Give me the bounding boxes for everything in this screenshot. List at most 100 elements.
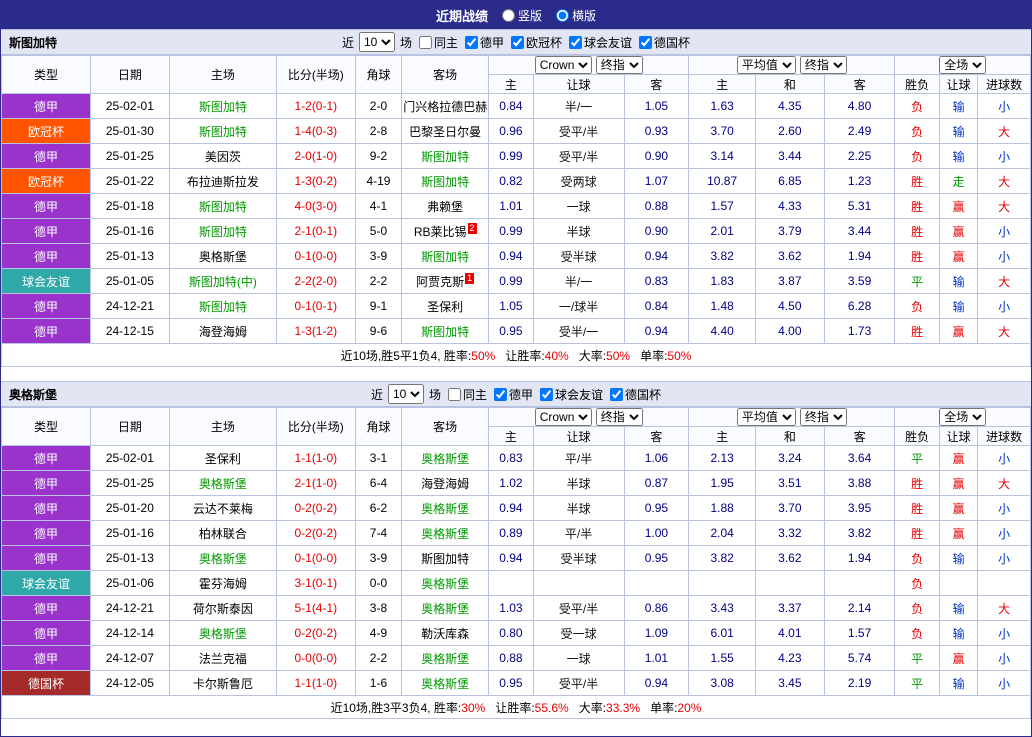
filter-league-checkbox[interactable] <box>610 387 624 401</box>
crown-home-odds: 0.94 <box>488 243 534 269</box>
filter-same-home[interactable]: 同主 <box>418 34 458 51</box>
away-team-name[interactable]: 奥格斯堡 <box>421 502 469 516</box>
final-odds-select[interactable]: 终指 <box>595 408 643 426</box>
home-team-name[interactable]: 奥格斯堡 <box>199 250 247 264</box>
home-team-name[interactable]: 斯图加特(中) <box>189 275 257 289</box>
crown-away-odds: 1.00 <box>623 520 690 546</box>
summary-lead: 近10场,胜5平1负4, 胜率: <box>340 348 472 363</box>
league-badge: 德甲 <box>1 318 91 344</box>
filter-league-checkbox[interactable] <box>464 35 478 49</box>
summary-lead: 近10场,胜3平3负4, 胜率: <box>330 700 462 715</box>
horizontal-radio-input[interactable] <box>556 8 569 22</box>
result-goals: 大 <box>977 193 1031 219</box>
home-team-name[interactable]: 奥格斯堡 <box>199 627 247 641</box>
away-team-name[interactable]: 斯图加特 <box>421 175 469 189</box>
filter-league-checkbox[interactable] <box>540 387 554 401</box>
away-team-name[interactable]: 弗赖堡 <box>427 200 463 214</box>
column-header: 角球 <box>354 407 403 446</box>
away-team-name[interactable]: 奥格斯堡 <box>421 452 469 466</box>
layout-radio-vertical[interactable]: 竖版 <box>501 7 542 24</box>
home-team-name[interactable]: 奥格斯堡 <box>199 552 247 566</box>
home-team-name[interactable]: 布拉迪斯拉发 <box>187 175 259 189</box>
filter-league-checkbox[interactable] <box>511 35 525 49</box>
home-team-name[interactable]: 美因茨 <box>205 150 241 164</box>
away-team-name[interactable]: 奥格斯堡 <box>421 652 469 666</box>
filter-same-home-checkbox[interactable] <box>418 35 432 49</box>
result-handicap: 赢 <box>938 193 979 219</box>
home-team-name[interactable]: 卡尔斯鲁厄 <box>193 677 253 691</box>
result-outcome: 负 <box>894 545 940 571</box>
crown-handicap: 受平/半 <box>532 118 625 144</box>
home-team-name[interactable]: 斯图加特 <box>199 100 247 114</box>
away-team-name[interactable]: 斯图加特 <box>421 150 469 164</box>
home-team-name[interactable]: 霍芬海姆 <box>199 577 247 591</box>
home-team-name[interactable]: 圣保利 <box>205 452 241 466</box>
home-team-name[interactable]: 斯图加特 <box>199 225 247 239</box>
away-team-name[interactable]: 奥格斯堡 <box>421 577 469 591</box>
home-team-name[interactable]: 法兰克福 <box>199 652 247 666</box>
rank-badge: 2 <box>467 222 477 234</box>
filter-league[interactable]: 德国杯 <box>639 34 690 51</box>
big-rate-label: 大率: <box>578 700 607 715</box>
final-odds-select[interactable]: 终指 <box>595 56 643 74</box>
filter-same-home[interactable]: 同主 <box>447 386 487 403</box>
league-badge: 德甲 <box>1 645 91 671</box>
filter-league-checkbox[interactable] <box>494 387 507 401</box>
filter-league[interactable]: 球会友谊 <box>569 34 632 51</box>
away-team-name[interactable]: 海登海姆 <box>421 477 469 491</box>
avg-final-select[interactable]: 终指 <box>799 408 847 426</box>
home-team: 圣保利 <box>168 445 277 471</box>
crown-home-odds: 0.83 <box>488 445 534 471</box>
home-team-name[interactable]: 斯图加特 <box>199 125 247 139</box>
filter-league[interactable]: 德甲 <box>464 34 504 51</box>
filter-league[interactable]: 德国杯 <box>610 386 661 403</box>
away-team-name[interactable]: 奥格斯堡 <box>421 677 469 691</box>
home-team-name[interactable]: 斯图加特 <box>199 200 247 214</box>
filter-league[interactable]: 欧冠杯 <box>511 34 562 51</box>
filter-league-checkbox[interactable] <box>639 35 653 49</box>
away-team-name[interactable]: 斯图加特 <box>421 552 469 566</box>
away-team-name[interactable]: 巴黎圣日尔曼 <box>409 125 481 139</box>
recent-count-select[interactable]: 10 <box>358 32 395 52</box>
home-team-name[interactable]: 荷尔斯泰因 <box>193 602 253 616</box>
avg-draw-odds: 6.85 <box>754 168 825 194</box>
crown-away-odds: 0.90 <box>623 143 690 169</box>
layout-radio-horizontal[interactable]: 横版 <box>556 7 596 24</box>
crown-home-odds: 0.88 <box>488 645 534 671</box>
avg-source-select[interactable]: 平均值 <box>736 408 796 426</box>
away-team-name[interactable]: 奥格斯堡 <box>421 602 469 616</box>
column-header: 让球 <box>938 426 979 446</box>
away-team: 斯图加特 <box>401 318 490 344</box>
away-team-name[interactable]: 圣保利 <box>427 300 463 314</box>
scope-select[interactable]: 全场 <box>939 56 987 74</box>
recent-count-select[interactable]: 10 <box>387 384 424 404</box>
away-team-name[interactable]: 斯图加特 <box>421 325 469 339</box>
odds-source-select[interactable]: Crown <box>534 56 592 74</box>
result-goals: 大 <box>977 595 1031 621</box>
home-team-name[interactable]: 海登海姆 <box>199 325 247 339</box>
column-header: 客场 <box>401 407 490 446</box>
avg-final-select[interactable]: 终指 <box>799 56 847 74</box>
filter-same-home-checkbox[interactable] <box>447 387 461 401</box>
away-team-name[interactable]: 斯图加特 <box>421 250 469 264</box>
scope-select[interactable]: 全场 <box>939 408 987 426</box>
odds-source-select[interactable]: Crown <box>534 408 592 426</box>
away-team-name[interactable]: 奥格斯堡 <box>421 527 469 541</box>
column-header: 客 <box>623 426 690 446</box>
home-team-name[interactable]: 云达不莱梅 <box>193 502 253 516</box>
vertical-radio-input[interactable] <box>501 8 515 22</box>
away-team-name[interactable]: 门兴格拉德巴赫 <box>403 100 487 114</box>
filter-league-checkbox[interactable] <box>569 35 583 49</box>
away-team-name[interactable]: RB莱比锡 <box>414 225 467 239</box>
filter-league[interactable]: 德甲 <box>494 386 533 403</box>
result-goals: 小 <box>977 520 1031 546</box>
filter-league[interactable]: 球会友谊 <box>540 386 603 403</box>
away-team-name[interactable]: 阿贾克斯 <box>416 275 464 289</box>
crown-away-odds: 0.90 <box>623 218 690 244</box>
home-team-name[interactable]: 柏林联合 <box>199 527 247 541</box>
avg-source-select[interactable]: 平均值 <box>736 56 796 74</box>
away-team-name[interactable]: 勒沃库森 <box>421 627 469 641</box>
home-team-name[interactable]: 斯图加特 <box>199 300 247 314</box>
home-team-name[interactable]: 奥格斯堡 <box>199 477 247 491</box>
match-score: 2-1(0-1) <box>275 218 356 244</box>
